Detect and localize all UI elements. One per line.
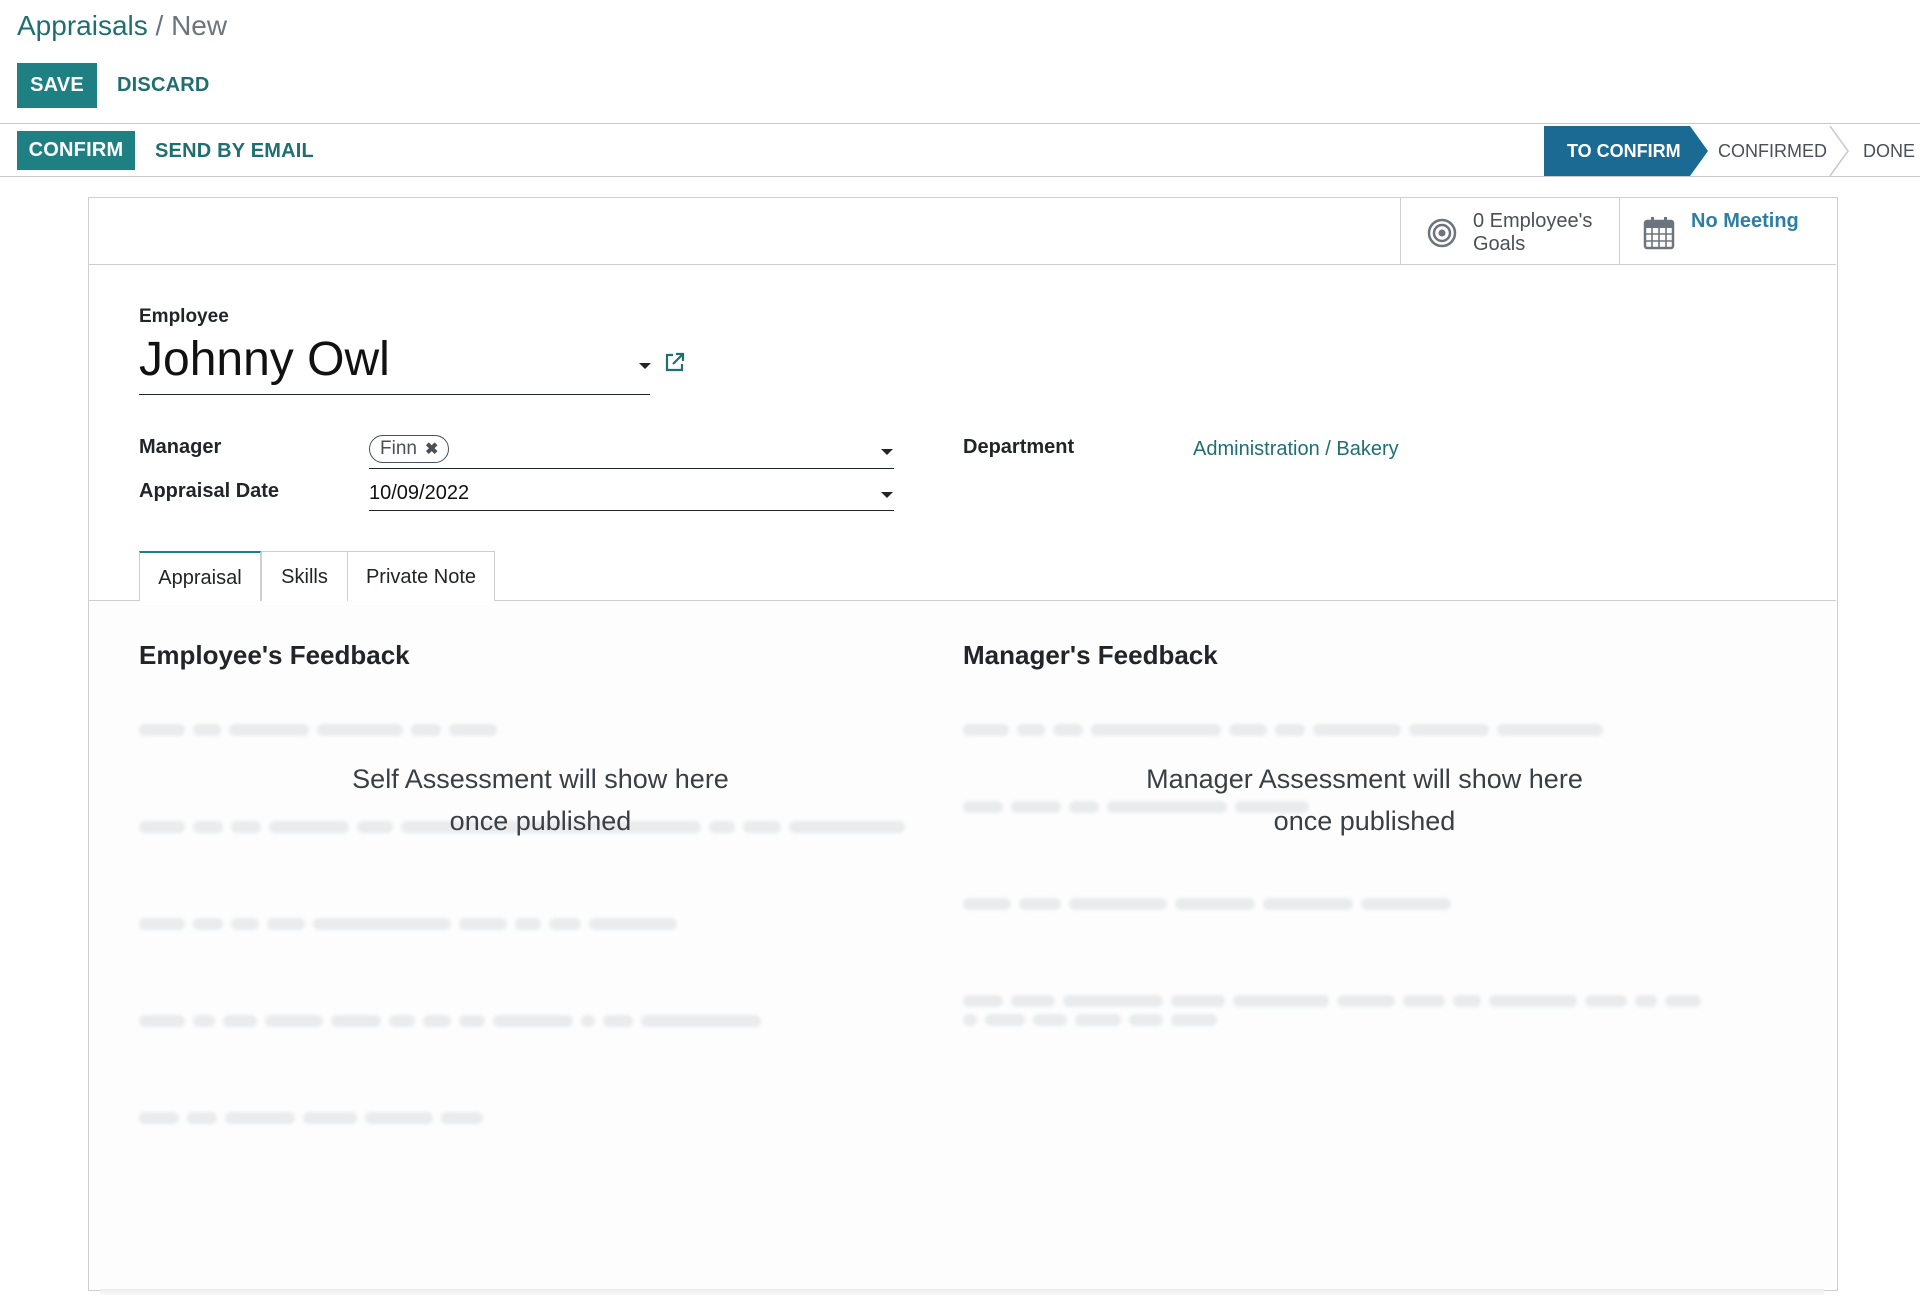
tab-content-area — [89, 601, 1836, 1289]
manager-assessment-placeholder-line1: Manager Assessment will show here — [1146, 764, 1583, 794]
manager-label: Manager — [139, 436, 222, 458]
tab-skills[interactable]: Skills — [261, 551, 348, 603]
employee-feedback-placeholder: Self Assessment will show here once publ… — [139, 758, 942, 842]
date-dropdown-caret-icon[interactable] — [881, 492, 893, 498]
calendar-icon — [1643, 217, 1675, 250]
breadcrumb-root-link[interactable]: Appraisals — [17, 10, 148, 41]
breadcrumb-current: New — [171, 10, 228, 41]
sheet-bottom-shadow — [100, 1289, 1824, 1295]
discard-button[interactable]: DISCARD — [117, 74, 210, 97]
remove-tag-icon[interactable]: ✖ — [425, 439, 438, 459]
control-panel-divider — [0, 123, 1920, 124]
department-link[interactable]: Administration / Bakery — [1193, 438, 1399, 461]
employee-feedback-title: Employee's Feedback — [139, 640, 410, 670]
goals-label-line: Goals — [1473, 233, 1526, 255]
employee-name: Johnny Owl — [139, 333, 390, 386]
self-assessment-placeholder-line1: Self Assessment will show here — [352, 764, 729, 794]
statusbar-divider — [0, 176, 1920, 177]
stage-done[interactable]: DONE — [1863, 126, 1915, 176]
stage-to-confirm[interactable]: TO CONFIRM — [1567, 126, 1681, 176]
no-meeting-label: No Meeting — [1691, 210, 1799, 232]
manager-assessment-placeholder-line2: once published — [1273, 806, 1456, 836]
goals-count-line: 0 Employee's — [1473, 210, 1593, 232]
save-button[interactable]: SAVE — [17, 63, 97, 108]
manager-feedback-title: Manager's Feedback — [963, 640, 1218, 670]
breadcrumb-separator: / — [147, 10, 172, 41]
employee-feedback-placeholder-line — [139, 1111, 491, 1125]
manager-feedback-placeholder: Manager Assessment will show here once p… — [963, 758, 1766, 842]
manager-field[interactable]: Finn ✖ — [369, 430, 894, 469]
button-box-divider — [89, 264, 1836, 265]
self-assessment-placeholder-line2: once published — [449, 806, 632, 836]
manager-feedback-placeholder-line — [963, 1013, 1225, 1027]
send-by-email-button[interactable]: SEND BY EMAIL — [155, 140, 314, 163]
employee-feedback-placeholder-line — [139, 723, 505, 737]
employee-feedback-placeholder-line — [139, 917, 685, 931]
appraisal-date-label: Appraisal Date — [139, 480, 280, 502]
target-icon — [1427, 218, 1457, 248]
manager-feedback-placeholder-line — [963, 994, 1709, 1008]
external-link-icon[interactable] — [664, 351, 686, 373]
appraisal-date-field[interactable]: 10/09/2022 — [369, 474, 894, 511]
manager-tag: Finn ✖ — [369, 435, 450, 463]
employee-field[interactable]: Johnny Owl — [139, 330, 651, 395]
employee-label: Employee — [139, 306, 229, 327]
stage-divider-chevron — [1829, 126, 1849, 176]
goals-smart-button[interactable]: 0 Employee's Goals — [1400, 198, 1620, 264]
department-label: Department — [963, 436, 1075, 458]
appraisal-date-value: 10/09/2022 — [369, 482, 470, 504]
employee-dropdown-caret-icon[interactable] — [639, 363, 651, 369]
manager-feedback-placeholder-line — [963, 897, 1459, 911]
employee-feedback-placeholder-line — [139, 1014, 769, 1028]
manager-dropdown-caret-icon[interactable] — [881, 449, 893, 455]
tab-private-note[interactable]: Private Note — [347, 551, 495, 603]
manager-feedback-placeholder-line — [963, 723, 1611, 737]
tab-appraisal[interactable]: Appraisal — [139, 551, 261, 604]
manager-tag-label: Finn — [380, 438, 417, 459]
meeting-smart-button[interactable]: No Meeting — [1619, 198, 1836, 264]
stage-confirmed[interactable]: CONFIRMED — [1718, 126, 1827, 176]
breadcrumb: Appraisals / New — [17, 10, 227, 42]
confirm-button[interactable]: CONFIRM — [17, 131, 135, 170]
